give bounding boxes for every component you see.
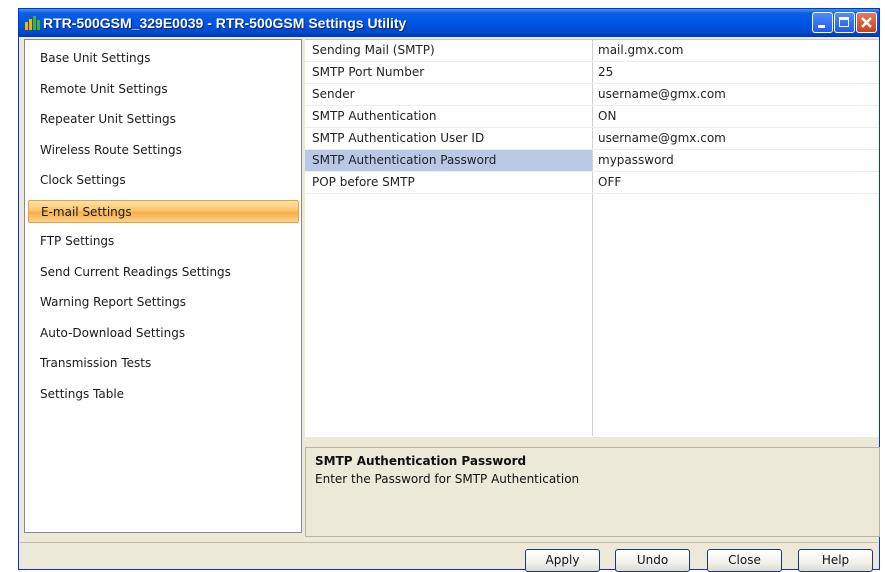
property-grid: Sending Mail (SMTP) mail.gmx.com SMTP Po…: [305, 39, 879, 437]
property-name: SMTP Authentication Password: [312, 153, 497, 167]
property-value[interactable]: mypassword: [598, 150, 674, 171]
nav-item-base-unit[interactable]: Base Unit Settings: [28, 47, 299, 70]
nav-item-clock[interactable]: Clock Settings: [28, 169, 299, 192]
nav-item-send-current-readings[interactable]: Send Current Readings Settings: [28, 261, 299, 284]
property-value[interactable]: OFF: [598, 172, 621, 193]
close-icon: [861, 17, 872, 28]
nav-item-warning-report[interactable]: Warning Report Settings: [28, 291, 299, 314]
property-value[interactable]: ON: [598, 106, 616, 127]
minimize-icon: [818, 25, 825, 28]
property-row[interactable]: SMTP Authentication ON: [305, 106, 879, 128]
nav-item-remote-unit[interactable]: Remote Unit Settings: [28, 78, 299, 101]
help-button[interactable]: Help: [798, 549, 873, 572]
nav-item-ftp[interactable]: FTP Settings: [28, 230, 299, 253]
app-icon: [25, 16, 40, 30]
nav-item-email[interactable]: E-mail Settings: [28, 200, 299, 223]
undo-button[interactable]: Undo: [615, 549, 690, 572]
property-name: Sender: [312, 87, 355, 101]
property-row[interactable]: Sending Mail (SMTP) mail.gmx.com: [305, 40, 879, 62]
property-name: SMTP Authentication: [312, 109, 437, 123]
property-value[interactable]: mail.gmx.com: [598, 40, 683, 61]
nav-item-repeater-unit[interactable]: Repeater Unit Settings: [28, 108, 299, 131]
description-title: SMTP Authentication Password: [315, 454, 527, 468]
minimize-button[interactable]: [812, 12, 833, 33]
close-window-button[interactable]: [856, 12, 877, 33]
property-value[interactable]: 25: [598, 62, 613, 83]
maximize-icon: [839, 17, 849, 27]
nav-item-transmission-tests[interactable]: Transmission Tests: [28, 352, 299, 375]
close-button[interactable]: Close: [707, 549, 782, 572]
nav-item-auto-download[interactable]: Auto-Download Settings: [28, 322, 299, 345]
property-row[interactable]: POP before SMTP OFF: [305, 172, 879, 194]
apply-button[interactable]: Apply: [525, 549, 600, 572]
property-row-selected[interactable]: SMTP Authentication Password mypassword: [305, 150, 879, 172]
property-name: SMTP Authentication User ID: [312, 131, 485, 145]
maximize-button[interactable]: [834, 12, 855, 33]
property-row[interactable]: SMTP Port Number 25: [305, 62, 879, 84]
footer-divider: [20, 542, 878, 543]
description-text: Enter the Password for SMTP Authenticati…: [315, 472, 580, 486]
nav-item-wireless-route[interactable]: Wireless Route Settings: [28, 139, 299, 162]
property-row[interactable]: SMTP Authentication User ID username@gmx…: [305, 128, 879, 150]
property-row[interactable]: Sender username@gmx.com: [305, 84, 879, 106]
nav-item-settings-table[interactable]: Settings Table: [28, 383, 299, 406]
property-description-panel: SMTP Authentication Password Enter the P…: [305, 447, 880, 537]
title-bar[interactable]: RTR-500GSM_329E0039 - RTR-500GSM Setting…: [19, 9, 879, 37]
window-title: RTR-500GSM_329E0039 - RTR-500GSM Setting…: [43, 15, 407, 31]
settings-window: RTR-500GSM_329E0039 - RTR-500GSM Setting…: [18, 8, 880, 572]
row-separator: [305, 193, 879, 194]
property-name: SMTP Port Number: [312, 65, 425, 79]
property-name: Sending Mail (SMTP): [312, 43, 435, 57]
client-area: Base Unit Settings Remote Unit Settings …: [20, 37, 880, 572]
property-name: POP before SMTP: [312, 175, 415, 189]
property-value[interactable]: username@gmx.com: [598, 84, 726, 105]
settings-navigation: Base Unit Settings Remote Unit Settings …: [24, 39, 302, 533]
property-value[interactable]: username@gmx.com: [598, 128, 726, 149]
